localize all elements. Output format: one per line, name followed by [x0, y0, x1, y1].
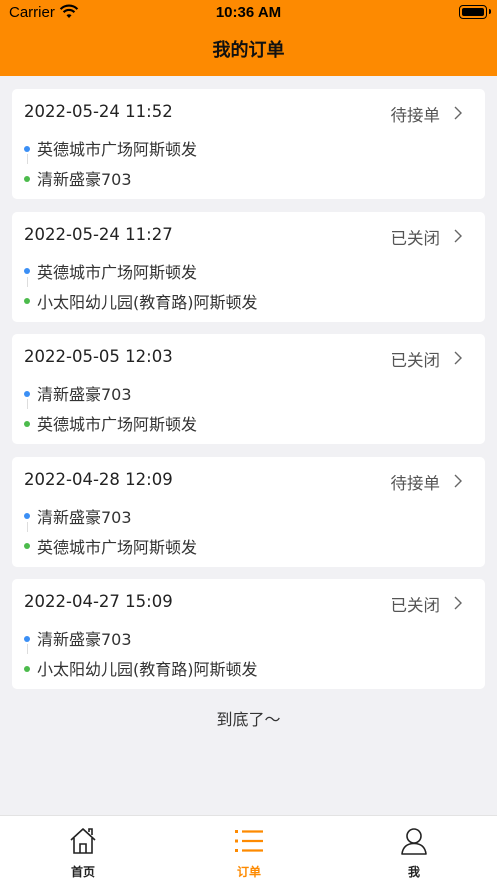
to-dot-icon	[24, 543, 30, 549]
chevron-right-icon	[454, 596, 462, 610]
order-from: 清新盛豪703	[24, 626, 132, 650]
page-title: 我的订单	[212, 40, 285, 61]
order-card[interactable]: 2022-04-28 12:09 待接单 清新盛豪703 英德城市广场阿斯顿发	[12, 456, 485, 567]
order-to: 英德城市广场阿斯顿发	[24, 411, 197, 435]
order-status: 已关闭	[390, 351, 441, 370]
order-card[interactable]: 2022-05-24 11:52 待接单 英德城市广场阿斯顿发 清新盛豪703	[12, 89, 485, 199]
house-icon	[70, 828, 96, 854]
order-date: 2022-05-05 12:03	[24, 347, 173, 366]
order-date: 2022-05-24 11:27	[24, 224, 173, 244]
order-card[interactable]: 2022-04-27 15:09 已关闭 清新盛豪703 小太阳幼儿园(教育路)…	[12, 579, 485, 689]
from-dot-icon	[24, 145, 30, 152]
chevron-right-icon	[454, 229, 462, 242]
order-card[interactable]: 2022-05-05 12:03 已关闭 清新盛豪703 英德城市广场阿斯顿发	[12, 334, 485, 444]
order-list: 2022-05-24 11:52 待接单 英德城市广场阿斯顿发 清新盛豪703 …	[12, 89, 485, 702]
order-status: 待接单	[390, 473, 441, 493]
order-from: 清新盛豪703	[24, 504, 132, 528]
route-connector	[26, 399, 28, 409]
tab-home[interactable]: 首页	[0, 816, 166, 883]
battery-icon	[459, 5, 491, 19]
tab-me[interactable]: 我	[331, 816, 497, 883]
route-connector	[26, 644, 28, 654]
person-icon	[401, 828, 427, 855]
route-connector	[26, 521, 28, 532]
order-date: 2022-04-27 15:09	[24, 592, 173, 611]
from-dot-icon	[24, 268, 30, 274]
from-dot-icon	[24, 513, 30, 519]
order-to: 英德城市广场阿斯顿发	[24, 534, 197, 558]
end-of-list-text: 到底了～	[216, 710, 281, 729]
route-connector	[26, 276, 28, 287]
to-dot-icon	[24, 298, 30, 304]
clock: 10:36 AM	[215, 4, 282, 21]
order-status: 待接单	[390, 106, 441, 125]
from-dot-icon	[24, 390, 30, 397]
order-from: 清新盛豪703	[24, 381, 132, 405]
order-from: 英德城市广场阿斯顿发	[24, 259, 197, 283]
order-status: 已关闭	[390, 596, 441, 615]
status-bar: Carrier 10:36 AM	[0, 0, 497, 26]
chevron-right-icon	[454, 106, 462, 120]
chevron-right-icon	[454, 351, 462, 365]
order-status: 已关闭	[390, 228, 441, 248]
order-to: 清新盛豪703	[24, 166, 132, 190]
chevron-right-icon	[454, 474, 462, 487]
to-dot-icon	[24, 665, 30, 672]
order-from: 英德城市广场阿斯顿发	[24, 136, 197, 160]
tab-bar: 首页 订单 我	[0, 815, 497, 883]
to-dot-icon	[24, 175, 30, 182]
order-to: 小太阳幼儿园(教育路)阿斯顿发	[24, 656, 258, 680]
route-connector	[26, 154, 28, 164]
tab-orders-label: 订单	[236, 865, 261, 879]
order-to: 小太阳幼儿园(教育路)阿斯顿发	[24, 289, 258, 313]
order-date: 2022-05-24 11:52	[24, 102, 173, 121]
tab-me-label: 我	[407, 865, 420, 879]
list-icon	[235, 830, 263, 852]
from-dot-icon	[24, 635, 30, 642]
to-dot-icon	[24, 420, 30, 427]
header: Carrier 10:36 AM 我的订单	[0, 0, 497, 76]
tab-orders[interactable]: 订单	[166, 816, 332, 883]
order-date: 2022-04-28 12:09	[24, 469, 173, 489]
tab-home-label: 首页	[70, 865, 95, 879]
order-card[interactable]: 2022-05-24 11:27 已关闭 英德城市广场阿斯顿发 小太阳幼儿园(教…	[12, 211, 485, 322]
